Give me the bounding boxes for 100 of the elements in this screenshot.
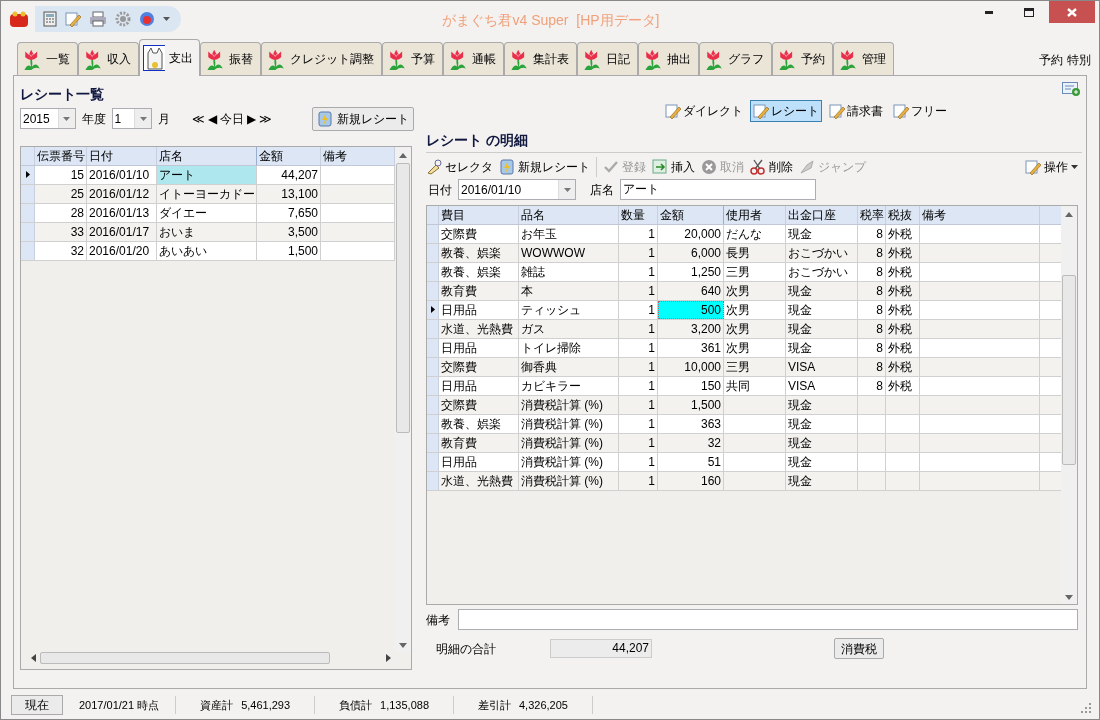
note-field[interactable]: [458, 609, 1078, 631]
purse-icon: [9, 9, 29, 28]
side-link[interactable]: 予約: [1039, 50, 1063, 69]
table-cell: 2016/01/13: [87, 203, 157, 222]
scroll-thumb[interactable]: [40, 651, 330, 664]
tab[interactable]: 管理: [833, 41, 894, 75]
tab[interactable]: グラフ: [699, 41, 772, 75]
column-header[interactable]: 金額: [257, 146, 321, 165]
tab[interactable]: 通帳: [443, 41, 504, 75]
nav-button[interactable]: ▶: [247, 112, 257, 125]
table-cell: 361: [658, 338, 724, 357]
calculator-icon: [43, 10, 57, 27]
tab[interactable]: 支出: [139, 38, 200, 76]
table-cell: 8: [858, 338, 886, 357]
toolbar-button[interactable]: 挿入: [652, 157, 695, 176]
table-cell: 1: [619, 452, 658, 471]
view-button[interactable]: 請求書: [826, 99, 886, 122]
column-header[interactable]: 使用者: [724, 205, 786, 224]
operations-menu[interactable]: 操作: [1025, 157, 1078, 176]
side-link[interactable]: 特別: [1067, 50, 1091, 69]
column-header[interactable]: 備考: [920, 205, 1040, 224]
toolbar-button[interactable]: セレクタ: [426, 157, 493, 176]
table-cell: 20,000: [658, 224, 724, 243]
table-cell: 25: [35, 184, 87, 203]
tab[interactable]: 抽出: [638, 41, 699, 75]
tab[interactable]: 予算: [382, 41, 443, 75]
lightning-icon: [499, 158, 515, 175]
tax-button[interactable]: 消費税: [834, 638, 884, 660]
scroll-thumb[interactable]: [1062, 274, 1076, 465]
new-receipt-button[interactable]: 新規レシート: [312, 106, 414, 131]
date-field[interactable]: 2016/01/10: [458, 179, 576, 201]
scroll-right-icon: [386, 653, 391, 662]
table-cell: 8: [858, 300, 886, 319]
table-cell: 三男: [724, 357, 786, 376]
table-cell: 1: [619, 471, 658, 490]
year-dropdown[interactable]: 2015: [20, 108, 76, 130]
tab[interactable]: 振替: [200, 41, 261, 75]
column-header[interactable]: 店名: [157, 146, 257, 165]
tab[interactable]: 一覧: [17, 41, 78, 75]
column-header[interactable]: 税率: [858, 205, 886, 224]
scroll-thumb[interactable]: [396, 162, 410, 433]
table-cell: おこづかい: [786, 262, 858, 281]
table-cell: 消費税計算 (%): [519, 452, 619, 471]
table-cell: カビキラー: [519, 376, 619, 395]
table-cell: 1: [619, 357, 658, 376]
table-cell: 1: [619, 338, 658, 357]
lightning-icon: [317, 110, 334, 127]
column-header[interactable]: 伝票番号: [35, 146, 87, 165]
column-header[interactable]: 費目: [439, 205, 519, 224]
table-cell: 32: [35, 241, 87, 260]
view-button[interactable]: フリー: [890, 99, 950, 122]
table-cell: ガス: [519, 319, 619, 338]
tab[interactable]: 集計表: [504, 41, 577, 75]
table-cell: 三男: [724, 262, 786, 281]
vertical-scrollbar[interactable]: [1061, 205, 1077, 604]
status-label: 資産計: [200, 697, 234, 713]
now-button[interactable]: 現在: [11, 695, 63, 716]
column-header[interactable]: 税抜: [886, 205, 920, 224]
scroll-up-icon: [399, 152, 407, 158]
column-header[interactable]: 品名: [519, 205, 619, 224]
caret-icon: [1071, 164, 1078, 169]
scroll-left-icon: [31, 653, 36, 662]
view-button[interactable]: ダイレクト: [662, 99, 746, 122]
table-cell: 外税: [886, 224, 920, 243]
table-cell: 8: [858, 357, 886, 376]
store-field[interactable]: アート: [620, 179, 816, 201]
table-cell: トイレ掃除: [519, 338, 619, 357]
month-dropdown[interactable]: 1: [111, 108, 153, 130]
vertical-scrollbar[interactable]: [395, 146, 411, 652]
table-cell: 長男: [724, 243, 786, 262]
nav-button[interactable]: 今日: [220, 112, 245, 125]
nav-button[interactable]: ◀: [208, 112, 218, 125]
table-cell: 共同: [724, 376, 786, 395]
toolbar-button[interactable]: 削除: [750, 157, 793, 176]
table-cell: 御香典: [519, 357, 619, 376]
tab[interactable]: 収入: [78, 41, 139, 75]
table-cell: 150: [658, 376, 724, 395]
column-header[interactable]: 出金口座: [786, 205, 858, 224]
table-cell: 現金: [786, 452, 858, 471]
view-button[interactable]: レシート: [750, 99, 822, 122]
table-cell: 外税: [886, 357, 920, 376]
table-cell: 1: [619, 376, 658, 395]
column-header[interactable]: 数量: [619, 205, 658, 224]
table-cell: 2016/01/20: [87, 241, 157, 260]
column-header[interactable]: 日付: [87, 146, 157, 165]
horizontal-scrollbar[interactable]: [31, 650, 391, 665]
table-cell: 外税: [886, 319, 920, 338]
toolbar-button[interactable]: 新規レシート: [499, 157, 590, 176]
close-button[interactable]: [1049, 1, 1095, 23]
tab[interactable]: 予約: [772, 41, 833, 75]
status-value: 4,326,205: [519, 697, 568, 713]
column-header[interactable]: 金額: [658, 205, 724, 224]
dropdown-icon: [63, 116, 71, 121]
nav-button[interactable]: ≫: [259, 112, 273, 125]
tab[interactable]: 日記: [577, 41, 638, 75]
table-cell: イトーヨーカドー: [157, 184, 257, 203]
table-cell: 1: [619, 243, 658, 262]
tab[interactable]: クレジット調整: [261, 41, 382, 75]
nav-button[interactable]: ≪: [192, 112, 206, 125]
table-cell: 8: [858, 224, 886, 243]
